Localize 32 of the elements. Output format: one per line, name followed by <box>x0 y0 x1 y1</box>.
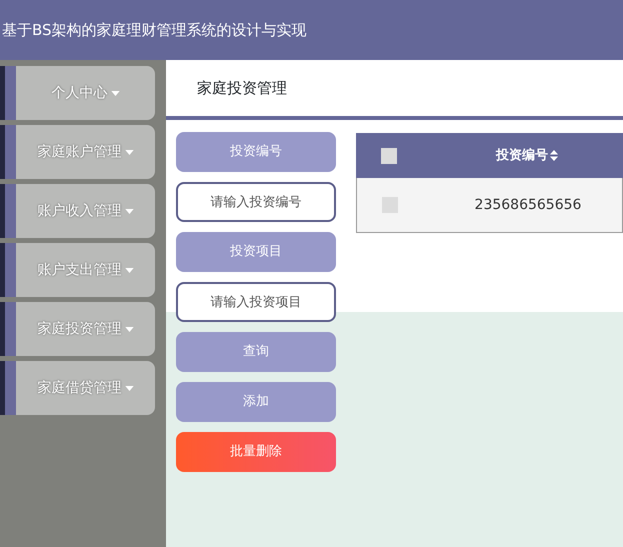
table-cell-text: 235686565656 <box>474 196 582 214</box>
sidebar-accent-bar <box>0 125 16 179</box>
column-header[interactable]: 投资编号 <box>496 146 548 166</box>
sidebar-accent-bar <box>0 243 16 297</box>
action-button[interactable]: 添加 <box>176 382 336 422</box>
sidebar-accent-bar <box>0 184 16 238</box>
sidebar-accent-bar <box>0 302 16 356</box>
search-input-field[interactable]: 请输入投资项目 <box>176 282 336 322</box>
page-title: 家庭投资管理 <box>197 78 287 99</box>
sort-icon[interactable] <box>550 150 558 161</box>
sidebar-menu-item[interactable]: 账户收入管理 <box>16 184 155 238</box>
sidebar-accent-bar <box>0 361 16 415</box>
select-all-checkbox[interactable] <box>381 148 397 164</box>
sidebar-menu-item[interactable]: 个人中心 <box>16 66 155 120</box>
sidebar-menu-item[interactable]: 家庭借贷管理 <box>16 361 155 415</box>
app-title: 基于BS架构的家庭理财管理系统的设计与实现 <box>2 20 307 41</box>
sidebar-menu-item[interactable]: 账户支出管理 <box>16 243 155 297</box>
caret-icon <box>124 268 134 272</box>
caret-icon <box>110 90 120 96</box>
sidebar-menu-item[interactable]: 家庭账户管理 <box>16 125 155 179</box>
field-label: 投资编号 <box>176 132 336 172</box>
sidebar-menu-item[interactable]: 家庭投资管理 <box>16 302 155 356</box>
sidebar-accent-bar <box>0 66 16 120</box>
search-input-field[interactable]: 请输入投资编号 <box>176 182 336 222</box>
action-button[interactable]: 查询 <box>176 332 336 372</box>
row-checkbox[interactable] <box>382 197 398 213</box>
caret-icon <box>124 150 134 154</box>
caret-icon <box>124 386 134 390</box>
caret-icon <box>124 326 134 332</box>
batch-delete-button[interactable]: 批量删除 <box>176 432 336 472</box>
field-label: 投资项目 <box>176 232 336 272</box>
caret-icon <box>124 208 134 214</box>
